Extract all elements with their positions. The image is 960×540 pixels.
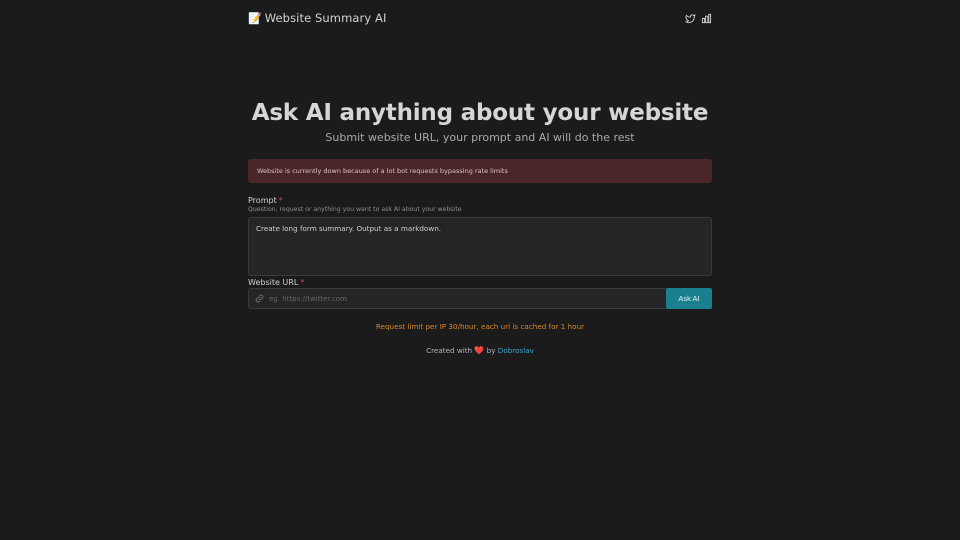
url-label: Website URL * [248, 278, 304, 287]
brand[interactable]: 📝 Website Summary AI [248, 11, 387, 25]
prompt-textarea[interactable]: Create long form summary. Output as a ma… [248, 217, 712, 276]
url-field[interactable] [248, 288, 666, 309]
brand-name: Website Summary AI [264, 11, 387, 25]
url-label-text: Website URL [248, 278, 299, 287]
author-link[interactable]: Dobroslav [498, 346, 534, 355]
url-input[interactable] [269, 294, 666, 303]
footer-by: by [486, 346, 496, 355]
page-title: Ask AI anything about your website [251, 100, 709, 126]
link-icon [255, 294, 264, 303]
error-alert: Website is currently down because of a l… [248, 159, 712, 183]
prompt-help: Question, request or anything you want t… [248, 206, 462, 213]
footer-prefix: Created with [426, 346, 473, 355]
url-row: Ask AI [248, 288, 712, 309]
twitter-icon[interactable] [685, 13, 696, 24]
required-mark: * [278, 196, 283, 205]
top-bar: 📝 Website Summary AI [248, 8, 712, 28]
page-subtitle: Submit website URL, your prompt and AI w… [325, 131, 635, 144]
ask-ai-button[interactable]: Ask AI [666, 288, 712, 309]
alert-text: Website is currently down because of a l… [257, 167, 508, 175]
memo-icon: 📝 [248, 11, 262, 25]
required-mark: * [300, 278, 305, 287]
prompt-label-text: Prompt [248, 196, 277, 205]
rate-limit-note: Request limit per IP 30/hour, each url i… [375, 322, 585, 331]
prompt-value: Create long form summary. Output as a ma… [256, 224, 442, 233]
footer: Created with ❤️ by Dobroslav [0, 346, 960, 355]
bar-chart-icon[interactable] [701, 13, 712, 24]
prompt-label: Prompt * [248, 196, 283, 205]
page: 📝 Website Summary AI Ask AI anything abo… [0, 0, 960, 540]
heart-icon: ❤️ [474, 346, 485, 355]
header-icons [685, 13, 712, 24]
